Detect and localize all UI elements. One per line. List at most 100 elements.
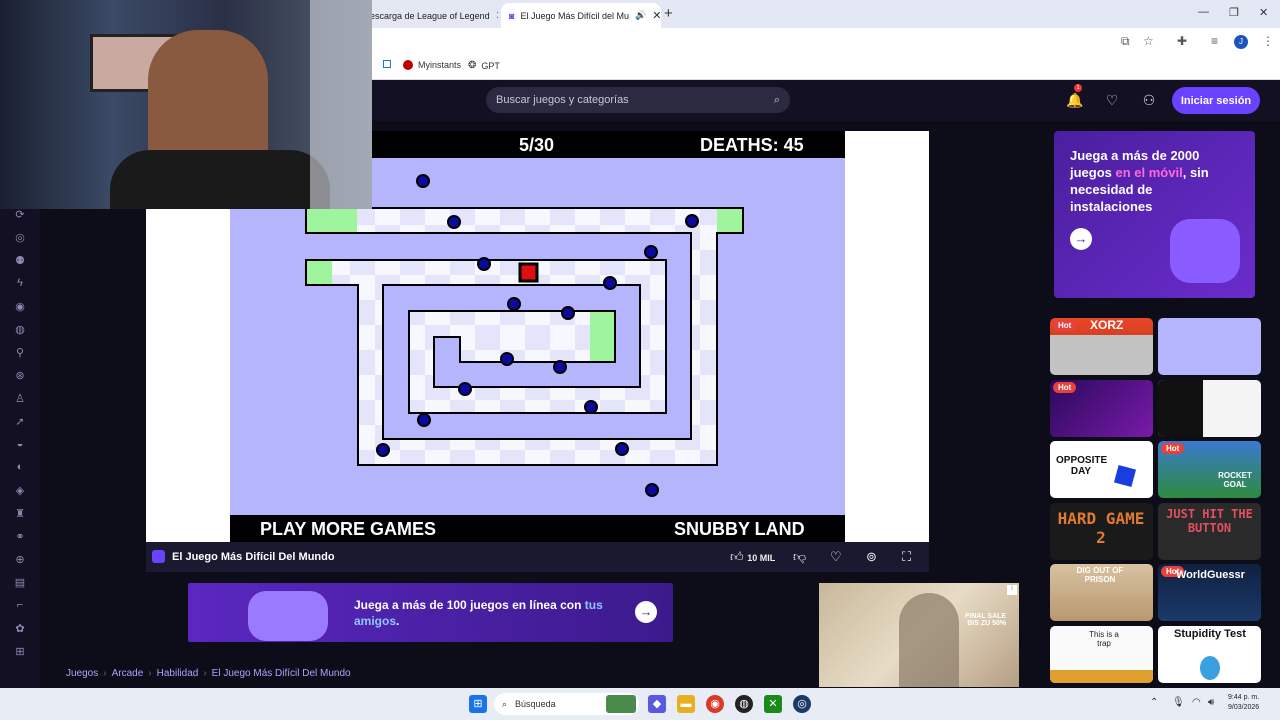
tab-league-download[interactable]: escarga de League of Legend ✕ xyxy=(362,3,498,28)
close-icon[interactable]: ✕ xyxy=(496,9,498,22)
rocket-icon[interactable]: ➚ xyxy=(12,415,28,431)
heart-icon[interactable]: ♡ xyxy=(1099,89,1125,111)
chess-icon[interactable]: ♜ xyxy=(12,507,28,523)
thumb-label: WorldGuessr xyxy=(1176,569,1245,581)
idle-icon[interactable]: ♙ xyxy=(12,392,28,408)
snubby-land-link[interactable]: SNUBBY LAND xyxy=(674,519,805,540)
wifi-icon[interactable]: ◠ xyxy=(1192,697,1201,708)
widget-icon[interactable] xyxy=(606,695,636,713)
login-button[interactable]: Iniciar sesión xyxy=(1172,87,1260,114)
advertisement[interactable]: FINAL SALE BIS ZU 50% i xyxy=(819,583,1019,687)
friends-promo-banner[interactable]: Juega a más de 100 juegos en línea con t… xyxy=(188,583,673,642)
car-icon[interactable]: ◒ xyxy=(12,438,28,454)
report-icon[interactable]: ⊚ xyxy=(866,549,877,565)
friends-icon[interactable]: ⚇ xyxy=(1136,89,1162,111)
gun-icon[interactable]: ⌐ xyxy=(12,599,28,615)
copilot-icon[interactable]: ◆ xyxy=(648,695,666,713)
game-thumb-dig-out-of-prison[interactable]: DIG OUT OF PRISON xyxy=(1050,564,1153,621)
target-icon[interactable]: ⊕ xyxy=(12,553,28,569)
breadcrumb-skill[interactable]: Habilidad xyxy=(157,668,199,679)
game-thumb-hard-game-2[interactable]: HARD GAME 2 xyxy=(1050,503,1153,560)
game-thumb-hardest-game[interactable] xyxy=(1158,318,1261,375)
restore-button[interactable]: ❐ xyxy=(1229,6,1239,19)
search-placeholder: Buscar juegos y categorías xyxy=(496,94,629,106)
close-icon[interactable]: ✕ xyxy=(652,9,661,22)
grid-icon[interactable]: ⊞ xyxy=(12,645,28,661)
reading-list-icon[interactable]: ≡ xyxy=(1211,34,1218,48)
new-tab-button[interactable]: + xyxy=(664,5,673,22)
star-icon[interactable]: ☆ xyxy=(1143,34,1154,48)
tray-chevron-icon[interactable]: ⌃ xyxy=(1150,697,1158,708)
sports-icon[interactable]: ◍ xyxy=(12,323,28,339)
action-icon[interactable]: ϟ xyxy=(12,277,28,293)
new-icon[interactable]: ◎ xyxy=(12,231,28,247)
favorite-button[interactable]: ♡ xyxy=(830,549,842,565)
tab-label: escarga de League of Legend xyxy=(370,10,490,21)
arrow-right-icon[interactable]: → xyxy=(1070,228,1092,250)
puzzle-icon[interactable]: ◉ xyxy=(12,300,28,316)
fullscreen-icon[interactable]: ⛶ xyxy=(902,549,911,565)
game-thumb-this-is-a-trap[interactable]: This is a trap xyxy=(1050,626,1153,683)
play-more-games-link[interactable]: PLAY MORE GAMES xyxy=(260,519,436,540)
taskbar-clock[interactable]: 9:44 p. m. 9/03/2026 xyxy=(1228,693,1259,713)
cast-icon[interactable]: ⧉ xyxy=(1121,34,1130,49)
poki-icon: ◙ xyxy=(509,10,515,21)
game-thumb-xorz[interactable]: Hot XORZ xyxy=(1050,318,1153,375)
file-explorer-icon[interactable]: ▬ xyxy=(677,695,695,713)
game-thumb-platformer[interactable] xyxy=(1158,380,1261,437)
xbox-icon[interactable]: ✕ xyxy=(764,695,782,713)
chrome-icon[interactable]: ◉ xyxy=(706,695,724,713)
game-thumb-just-hit-the-button[interactable]: JUST HIT THE BUTTON xyxy=(1158,503,1261,560)
bookmark-myinstants[interactable]: Myinstants xyxy=(403,60,461,70)
menu-icon[interactable]: ⋮ xyxy=(1262,34,1274,48)
volume-icon[interactable]: 🔊︎ xyxy=(1208,697,1214,708)
bell-icon[interactable]: 🔔 xyxy=(1062,89,1088,111)
microphone-icon[interactable]: 🎙︎ xyxy=(1172,697,1185,708)
shooting-icon[interactable]: ⚲ xyxy=(12,346,28,362)
tab-hardest-game[interactable]: ◙ El Juego Más Difícil del Mu 🔊 ✕ xyxy=(501,3,661,28)
multiplayer-icon[interactable]: ⚉ xyxy=(12,254,28,270)
arrow-right-icon[interactable]: → xyxy=(635,601,657,623)
brain-icon[interactable]: ✿ xyxy=(12,622,28,638)
like-button[interactable]: 👍︎ 10 MIL xyxy=(730,549,775,565)
tab-label: El Juego Más Difícil del Mu xyxy=(520,10,629,21)
banner-text: Juega a más de 100 juegos en línea con t… xyxy=(354,597,624,629)
myinstants-icon xyxy=(403,60,413,70)
game-thumb-stupidity-test[interactable]: Stupidity Test xyxy=(1158,626,1261,683)
dislike-button[interactable]: 👎︎ xyxy=(793,549,806,565)
hot-badge: Hot xyxy=(1053,382,1077,393)
link-icon[interactable]: ⚭ xyxy=(12,530,28,546)
game-thumb-rocket-goal[interactable]: Hot ROCKET GOAL xyxy=(1158,441,1261,498)
card-icon[interactable]: ▤ xyxy=(12,576,28,592)
profile-avatar[interactable]: J xyxy=(1234,35,1248,49)
minimize-button[interactable]: — xyxy=(1198,6,1209,18)
steam-icon[interactable]: ◎ xyxy=(793,695,811,713)
bookmark-gpt[interactable]: ❂ GPT xyxy=(468,60,500,71)
game-thumb-opposite-day[interactable]: OPPOSITE DAY xyxy=(1050,441,1153,498)
search-icon[interactable]: ⌕ xyxy=(774,94,780,107)
close-window-button[interactable]: ✕ xyxy=(1259,6,1268,19)
breadcrumb-current[interactable]: El Juego Más Difícil Del Mundo xyxy=(212,668,351,679)
adventure-icon[interactable]: ⊛ xyxy=(12,369,28,385)
windows-start-icon[interactable]: ⊞ xyxy=(469,695,487,713)
breadcrumb-arcade[interactable]: Arcade xyxy=(112,668,144,679)
obs-icon[interactable]: ◍ xyxy=(735,695,753,713)
thumb-label: This is a trap xyxy=(1089,630,1119,648)
gamepad-icon[interactable]: ◈ xyxy=(12,484,28,500)
apps-icon[interactable] xyxy=(383,60,391,68)
breadcrumb-games[interactable]: Juegos xyxy=(66,668,98,679)
game-thumb-worldguessr[interactable]: Hot WorldGuessr xyxy=(1158,564,1261,621)
speaker-icon[interactable]: 🔊 xyxy=(635,10,646,21)
search-input[interactable]: Buscar juegos y categorías ⌕ xyxy=(486,87,790,113)
extensions-icon[interactable]: ✚ xyxy=(1177,34,1187,48)
recent-icon[interactable]: ⟳ xyxy=(12,208,28,224)
mobile-promo-card[interactable]: Juega a más de 2000 juegos en el móvil, … xyxy=(1054,131,1255,298)
safe-zone-goal xyxy=(590,312,614,361)
ball-icon[interactable]: ◐ xyxy=(12,461,28,477)
player-square xyxy=(518,262,539,283)
ad-model xyxy=(899,593,959,687)
safe-zone-top xyxy=(717,209,742,232)
ad-info-icon[interactable]: i xyxy=(1007,585,1017,595)
game-thumb-geometry[interactable]: Hot xyxy=(1050,380,1153,437)
thumb-label: HARD GAME 2 xyxy=(1057,509,1145,547)
